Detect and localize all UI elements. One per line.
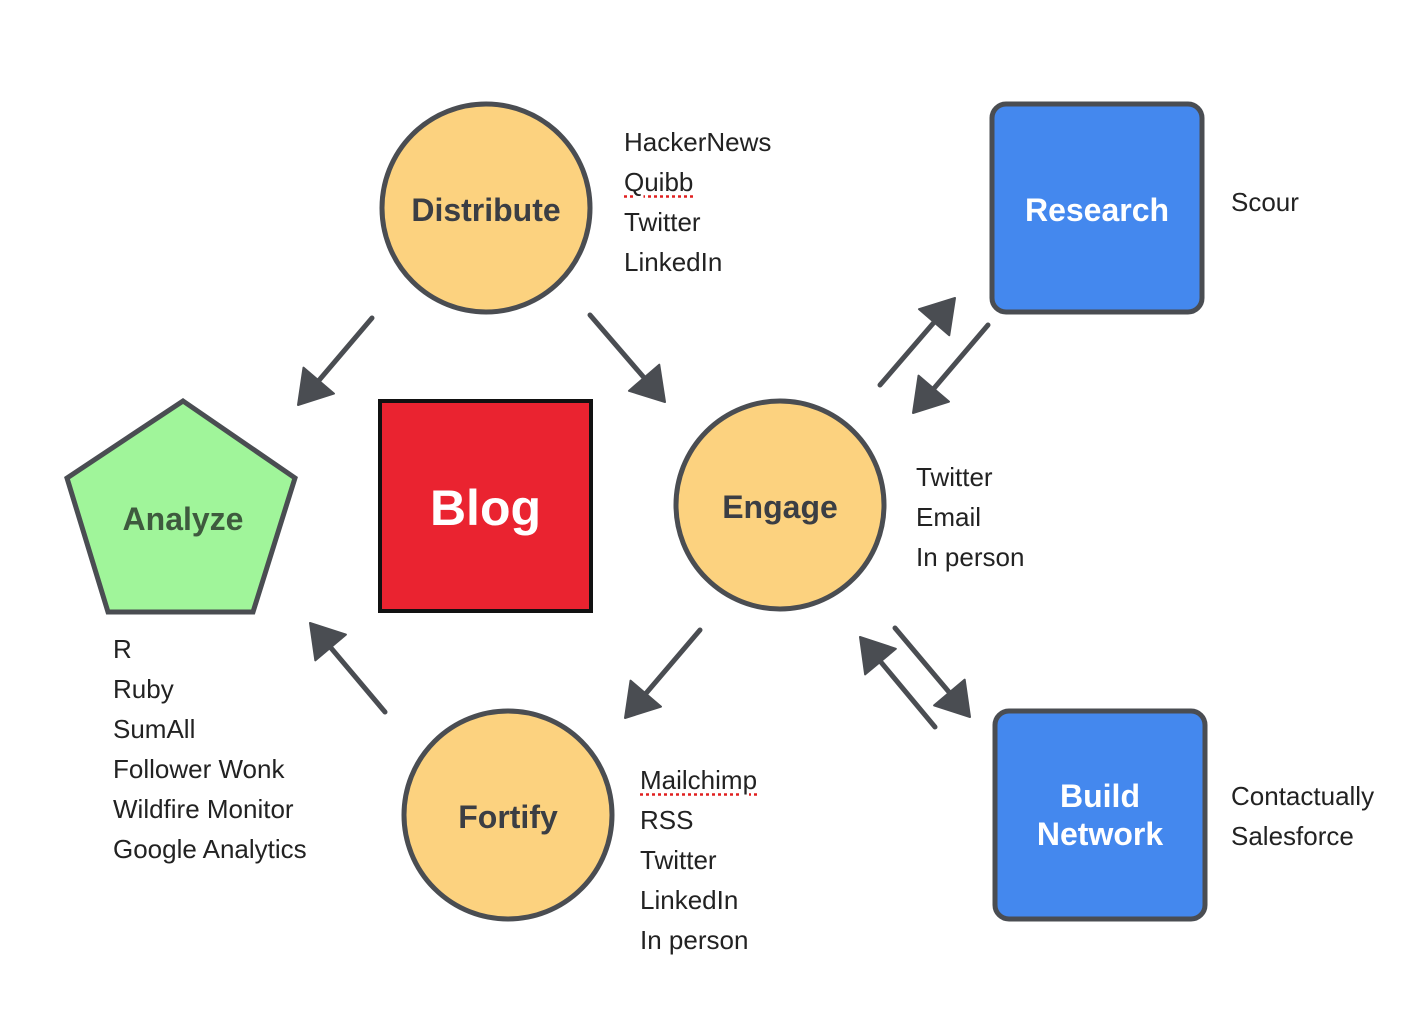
arrow-shaft (316, 315, 375, 384)
tool-item: Contactually (1231, 781, 1375, 811)
fortify-label: Fortify (458, 798, 558, 835)
arrow-head (933, 678, 971, 718)
arrow-head (627, 363, 666, 403)
tool-item: Google Analytics (113, 834, 307, 864)
tool-item: Quibb (624, 167, 694, 197)
tool-item: Wildfire Monitor (113, 794, 294, 824)
tool-item: Scour (1231, 187, 1299, 217)
research-label: Research (1024, 191, 1170, 228)
tool-item: R (113, 634, 132, 664)
arrow-head (859, 636, 897, 676)
arrow-shaft (587, 312, 647, 381)
arrow-research-to-engage (912, 322, 991, 414)
analyze-tools: R Ruby SumAll Follower Wonk Wildfire Mon… (113, 629, 307, 869)
arrow-engage-to-fortify (624, 627, 703, 719)
arrow-build_network-to-engage (859, 636, 938, 730)
engage-label: Engage (722, 488, 838, 525)
arrow-engage-to-build_network (892, 625, 971, 718)
tool-item: HackerNews (624, 127, 772, 157)
tool-item: Email (916, 502, 982, 532)
tool-item: In person (916, 542, 1025, 572)
tool-item: Salesforce (1231, 821, 1354, 851)
engage-tools: Twitter Email In person (916, 457, 1024, 577)
blog-label: Blog (429, 480, 542, 536)
fortify-tools: Mailchimp RSS Twitter LinkedIn In person (640, 760, 757, 960)
tool-item: Twitter (916, 462, 993, 492)
tool-item: RSS (640, 805, 694, 835)
build-network-label: Build Network (995, 775, 1205, 855)
tool-item: SumAll (113, 714, 196, 744)
build-label-line1: Build (1060, 777, 1140, 814)
tool-item: LinkedIn (640, 885, 739, 915)
tool-item: Twitter (624, 207, 701, 237)
tool-item: Follower Wonk (113, 754, 285, 784)
arrow-head (624, 679, 662, 719)
analyze-label: Analyze (122, 500, 244, 537)
tool-item: In person (640, 925, 749, 955)
tool-item: Mailchimp (640, 765, 758, 795)
arrow-head (912, 374, 950, 414)
tool-item: LinkedIn (624, 247, 723, 277)
arrow-shaft (931, 322, 991, 392)
arrow-shaft (643, 627, 703, 697)
arrow-head (309, 622, 347, 662)
build-label-line2: Network (1036, 816, 1164, 852)
build-network-tools: Contactually Salesforce (1231, 776, 1374, 856)
arrow-fortify-to-analyze (309, 622, 388, 715)
arrow-distribute-to-engage (587, 312, 666, 403)
distribute-label: Distribute (411, 191, 561, 228)
arrow-distribute-to-analyze (297, 315, 375, 406)
arrow-shaft (877, 319, 937, 388)
distribute-tools: HackerNews Quibb Twitter LinkedIn (624, 122, 771, 282)
research-tools: Scour (1231, 182, 1299, 222)
tool-item: Ruby (113, 674, 174, 704)
arrow-engage-to-research (877, 297, 956, 388)
diagram-canvas: Distribute Engage Fortify Analyze Blog R… (0, 0, 1402, 1026)
arrow-head (917, 297, 956, 337)
arrow-head (297, 366, 335, 406)
arrow-shaft (877, 659, 938, 730)
arrow-shaft (892, 625, 952, 696)
tool-item: Twitter (640, 845, 717, 875)
arrow-shaft (328, 644, 388, 715)
